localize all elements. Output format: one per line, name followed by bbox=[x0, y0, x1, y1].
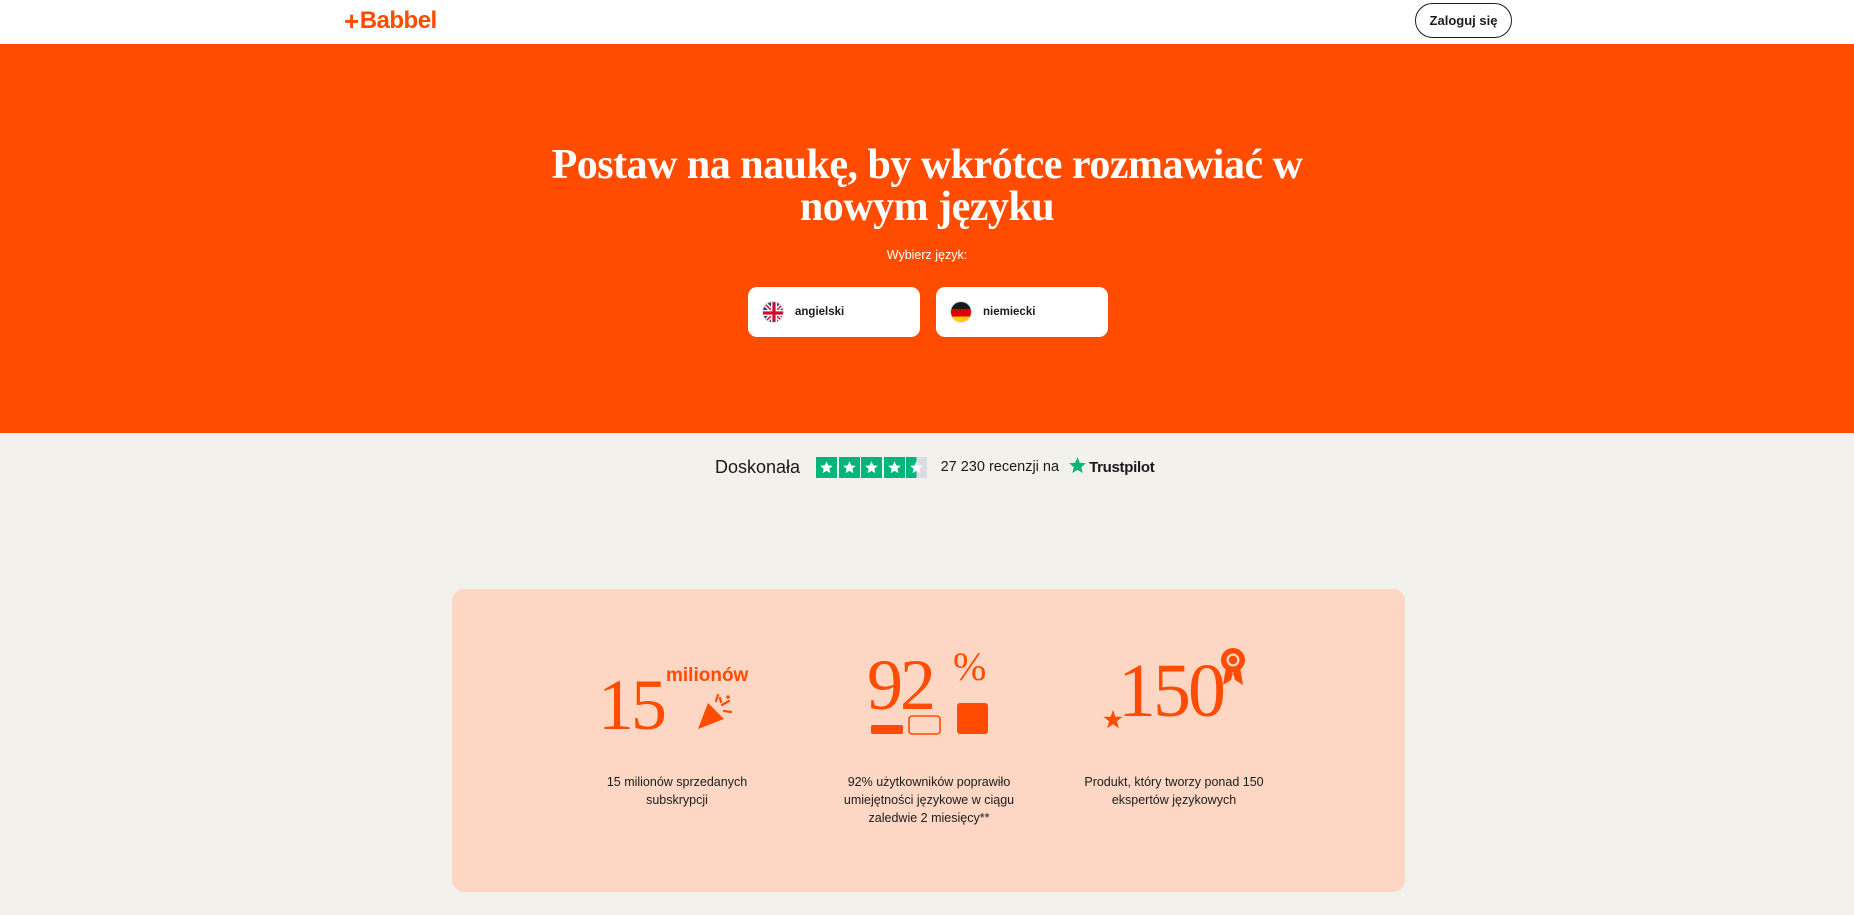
choose-language-label: Wybierz język: bbox=[886, 248, 968, 262]
stat-subscriptions-text: 15 milionów sprzedanych subskrypcji bbox=[606, 775, 748, 807]
stat-figure-suffix: % bbox=[953, 644, 987, 689]
hero-section: Postaw na naukę, by wkrótce rozmawiać w … bbox=[0, 44, 1854, 433]
babbel-logo[interactable]: + Babbel bbox=[344, 5, 437, 37]
rating-word: Doskonała bbox=[715, 456, 801, 477]
language-label: angielski bbox=[795, 306, 845, 318]
top-header: + Babbel Zaloguj się bbox=[0, 0, 1854, 44]
language-button-english[interactable]: angielski bbox=[748, 287, 920, 337]
stats-card: 15 milionów 15 milionów sprzedanych subs… bbox=[452, 589, 1405, 892]
trustpilot-brand-text: Trustpilot bbox=[1089, 458, 1155, 476]
review-count: 27 230 recenzji na bbox=[940, 459, 1060, 475]
star-icon bbox=[883, 456, 905, 478]
plus-icon: + bbox=[344, 6, 359, 36]
logo-text: Babbel bbox=[359, 7, 438, 34]
star-icon bbox=[838, 456, 860, 478]
stat-experts-text: Produkt, który tworzy ponad 150 ekspertó… bbox=[1084, 775, 1264, 807]
language-label: niemiecki bbox=[983, 306, 1036, 318]
star-icon bbox=[861, 456, 883, 478]
trustpilot-widget[interactable]: Doskonała 27 230 recenzji na Trustpilot bbox=[715, 455, 1155, 479]
stat-subscriptions-graphic: 15 milionów bbox=[598, 651, 748, 741]
stat-figure: 15 bbox=[598, 665, 667, 745]
uk-flag-icon bbox=[762, 301, 784, 323]
progress-blocks-icon bbox=[871, 703, 991, 742]
half-star-icon bbox=[906, 456, 928, 478]
party-popper-icon bbox=[694, 693, 734, 738]
star-icon bbox=[816, 456, 838, 478]
language-button-german[interactable]: niemiecki bbox=[936, 287, 1108, 337]
hero-title: Postaw na naukę, by wkrótce rozmawiać w … bbox=[551, 142, 1303, 230]
stat-improvement-graphic: 92 % bbox=[867, 645, 997, 737]
trustpilot-logo[interactable]: Trustpilot bbox=[1068, 456, 1155, 479]
award-badge-icon bbox=[1218, 647, 1248, 692]
stat-figure-word: milionów bbox=[666, 665, 749, 686]
stat-improvement-text: 92% użytkowników poprawiło umiejętności … bbox=[843, 775, 1015, 825]
stat-figure: 150 bbox=[1118, 649, 1226, 733]
login-button[interactable]: Zaloguj się bbox=[1415, 3, 1512, 38]
trustpilot-stars bbox=[816, 456, 929, 478]
stat-experts-graphic: 150 bbox=[1102, 647, 1247, 737]
germany-flag-icon bbox=[950, 301, 972, 323]
trustpilot-star-icon bbox=[1068, 456, 1087, 479]
